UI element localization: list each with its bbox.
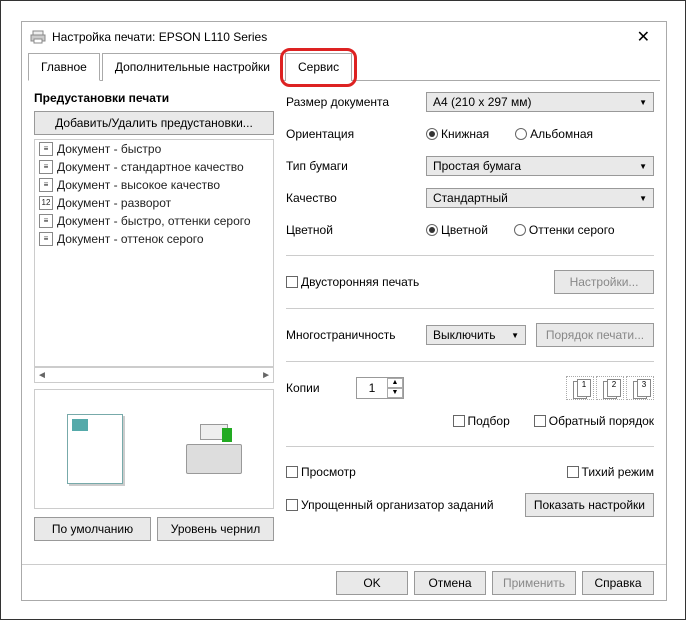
checkbox-label: Упрощенный организатор заданий [301, 498, 494, 512]
list-item-label: Документ - быстро, оттенки серого [57, 214, 251, 228]
copies-input[interactable] [357, 378, 387, 398]
checkbox-label: Обратный порядок [549, 414, 654, 428]
preset-list[interactable]: ≡ Документ - быстро ≡ Документ - стандартн… [34, 139, 274, 367]
printer-icon [30, 29, 46, 45]
list-item-label: Документ - быстро [57, 142, 161, 156]
tab-main[interactable]: Главное [28, 53, 100, 81]
preview-checkbox[interactable]: Просмотр [286, 465, 356, 479]
help-button[interactable]: Справка [582, 571, 654, 595]
combo-value: Простая бумага [433, 159, 521, 173]
list-item[interactable]: ≡ Документ - стандартное качество [35, 158, 273, 176]
spin-down-icon[interactable]: ▼ [387, 388, 403, 398]
checkbox-icon [534, 415, 546, 427]
apply-button[interactable]: Применить [492, 571, 576, 595]
duplex-settings-button[interactable]: Настройки... [554, 270, 654, 294]
checkbox-icon [286, 276, 298, 288]
radio-label: Альбомная [530, 127, 593, 141]
radio-icon [426, 224, 438, 236]
show-settings-button[interactable]: Показать настройки [525, 493, 654, 517]
doc-icon: ≡ [39, 232, 53, 246]
doc-icon: ≡ [39, 178, 53, 192]
list-item[interactable]: ≡ Документ - быстро, оттенки серого [35, 212, 273, 230]
list-item-label: Документ - оттенок серого [57, 232, 204, 246]
titlebar: Настройка печати: EPSON L110 Series ✕ [22, 22, 666, 52]
radio-icon [514, 224, 526, 236]
list-item[interactable]: ≡ Документ - высокое качество [35, 176, 273, 194]
checkbox-icon [453, 415, 465, 427]
doc-size-label: Размер документа [286, 95, 416, 109]
chevron-down-icon: ▼ [639, 194, 647, 203]
checkbox-icon [286, 499, 298, 511]
chevron-right-icon[interactable]: ► [261, 370, 271, 381]
presets-title: Предустановки печати [34, 91, 274, 105]
list-item-label: Документ - разворот [57, 196, 171, 210]
presets-edit-button[interactable]: Добавить/Удалить предустановки... [34, 111, 274, 135]
ok-button[interactable]: OK [336, 571, 408, 595]
spin-up-icon[interactable]: ▲ [387, 378, 403, 388]
preview-pane [34, 389, 274, 509]
multipage-label: Многостраничность [286, 328, 416, 342]
list-item[interactable]: ≡ Документ - быстро [35, 140, 273, 158]
close-icon[interactable]: ✕ [629, 27, 658, 47]
radio-label: Книжная [441, 127, 489, 141]
checkbox-icon [286, 466, 298, 478]
radio-label: Оттенки серого [529, 223, 615, 237]
horizontal-scrollbar[interactable]: ◄► [34, 367, 274, 383]
checkbox-label: Подбор [468, 414, 510, 428]
list-item-label: Документ - высокое качество [57, 178, 220, 192]
chevron-down-icon: ▼ [639, 98, 647, 107]
list-item[interactable]: ≡ Документ - оттенок серого [35, 230, 273, 248]
quiet-checkbox[interactable]: Тихий режим [567, 465, 654, 479]
cancel-button[interactable]: Отмена [414, 571, 486, 595]
copies-label: Копии [286, 381, 346, 395]
spread-icon: 12 [39, 196, 53, 210]
radio-label: Цветной [441, 223, 488, 237]
duplex-checkbox[interactable]: Двусторонняя печать [286, 275, 419, 289]
simplified-checkbox[interactable]: Упрощенный организатор заданий [286, 498, 494, 512]
doc-icon: ≡ [39, 142, 53, 156]
doc-icon: ≡ [39, 214, 53, 228]
chevron-left-icon[interactable]: ◄ [37, 370, 47, 381]
tab-service[interactable]: Сервис [285, 53, 352, 81]
combo-value: Стандартный [433, 191, 508, 205]
color-label: Цветной [286, 223, 416, 237]
chevron-down-icon: ▼ [511, 331, 519, 340]
reverse-checkbox[interactable]: Обратный порядок [534, 414, 654, 428]
color-color-radio[interactable]: Цветной [426, 223, 488, 237]
list-item[interactable]: 12 Документ - разворот [35, 194, 273, 212]
collate-checkbox[interactable]: Подбор [453, 414, 510, 428]
orientation-label: Ориентация [286, 127, 416, 141]
checkbox-label: Тихий режим [582, 465, 654, 479]
chevron-down-icon: ▼ [639, 162, 647, 171]
orientation-landscape-radio[interactable]: Альбомная [515, 127, 593, 141]
radio-icon [515, 128, 527, 140]
dialog-footer: OK Отмена Применить Справка [22, 564, 666, 600]
combo-value: Выключить [433, 328, 495, 342]
doc-size-combo[interactable]: A4 (210 x 297 мм) ▼ [426, 92, 654, 112]
list-item-label: Документ - стандартное качество [57, 160, 244, 174]
paper-type-label: Тип бумаги [286, 159, 416, 173]
defaults-button[interactable]: По умолчанию [34, 517, 151, 541]
collate-preview-icon: 11 22 33 [566, 376, 654, 400]
checkbox-icon [567, 466, 579, 478]
combo-value: A4 (210 x 297 мм) [433, 95, 532, 109]
paper-type-combo[interactable]: Простая бумага ▼ [426, 156, 654, 176]
copies-spinner[interactable]: ▲▼ [356, 377, 404, 399]
tab-bar: Главное Дополнительные настройки Сервис [28, 52, 660, 81]
doc-icon: ≡ [39, 160, 53, 174]
page-order-button[interactable]: Порядок печати... [536, 323, 654, 347]
checkbox-label: Просмотр [301, 465, 356, 479]
quality-combo[interactable]: Стандартный ▼ [426, 188, 654, 208]
document-preview-icon [67, 414, 123, 484]
printer-preview-icon [186, 424, 242, 474]
checkbox-label: Двусторонняя печать [301, 275, 419, 289]
quality-label: Качество [286, 191, 416, 205]
ink-levels-button[interactable]: Уровень чернил [157, 517, 274, 541]
window-title: Настройка печати: EPSON L110 Series [52, 30, 629, 44]
color-gray-radio[interactable]: Оттенки серого [514, 223, 615, 237]
radio-icon [426, 128, 438, 140]
tab-advanced[interactable]: Дополнительные настройки [102, 53, 283, 81]
multipage-combo[interactable]: Выключить ▼ [426, 325, 526, 345]
orientation-portrait-radio[interactable]: Книжная [426, 127, 489, 141]
